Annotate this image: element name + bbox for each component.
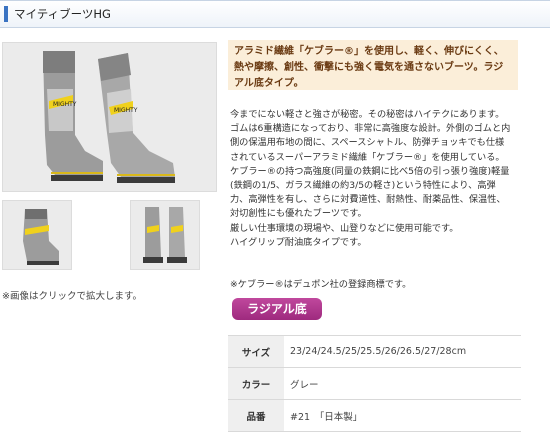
description-line: ハイグリップ耐油底タイプです。 [230, 236, 367, 248]
radial-sole-badge: ラジアル底 [232, 298, 322, 320]
description-line: ゴムは6重構造になっており、非常に高強度な設計。外側のゴムと内 [230, 123, 511, 135]
boots-pair-thumbnail-image [143, 207, 187, 263]
boots-illustration: MIGHTY MIGHTY [43, 51, 175, 183]
trademark-note: ※ケブラー®はデュポン社の登録商標です。 [230, 279, 412, 290]
spec-table: サイズ 23/24/24.5/25/25.5/26/26.5/27/28cm カ… [228, 335, 521, 432]
spec-row-size: サイズ 23/24/24.5/25/25.5/26/26.5/27/28cm [228, 335, 521, 368]
product-title-bar: マイティブーツHG [0, 0, 550, 28]
description-line: 厳しい仕事環境の現場や、山登りなどに使用可能です。 [230, 222, 459, 234]
description-line: 力、高弾性を有し、さらに対費道性、耐熱性、耐薬品性、保温性、 [230, 194, 506, 206]
spec-value: グレー [284, 367, 521, 400]
spec-value: 23/24/24.5/25/25.5/26/26.5/27/28cm [284, 335, 521, 368]
left-boot-label: MIGHTY [53, 101, 77, 108]
spec-key: 品番 [228, 399, 284, 432]
thumbnail-1[interactable] [2, 200, 72, 270]
description-line: 側の保温用布地の間に、スペースシャトル、防弾チョッキでも仕様 [230, 137, 505, 149]
product-title: マイティブーツHG [14, 7, 111, 21]
highlight-line: アラミド繊維「ケブラー®」を使用し、軽く、伸びにくく、 [234, 46, 504, 57]
spec-key: カラー [228, 367, 284, 400]
highlight-line: 熱や摩擦、創性、衝撃にも強く電気を通さないブーツ。ラジ [234, 62, 504, 73]
product-description: 今までにない軽さと強さが秘密。その秘密はハイテクにあります。 ゴムは6重構造にな… [230, 108, 530, 250]
spec-row-model: 品番 #21 「日本製」 [228, 399, 521, 432]
right-boot-label: MIGHTY [114, 107, 138, 114]
highlight-line: アル底タイプ。 [234, 78, 304, 89]
title-accent-bar [4, 6, 8, 22]
description-line: 今までにない軽さと強さが秘密。その秘密はハイテクにあります。 [230, 109, 505, 120]
main-product-image[interactable]: MIGHTY MIGHTY [2, 42, 217, 192]
boot-thumbnail-image [23, 209, 59, 265]
image-click-note: ※画像はクリックで拡大します。 [2, 291, 143, 302]
spec-row-color: カラー グレー [228, 367, 521, 400]
description-line: されているスーパーアラミド繊維「ケブラー®」を使用している。 [230, 151, 505, 163]
description-line: ケブラー®の持つ高強度(同量の鉄鋼に比べ5倍の引っ張り強度)軽量 [230, 165, 510, 177]
feature-highlight: アラミド繊維「ケブラー®」を使用し、軽く、伸びにくく、 熱や摩擦、創性、衝撃にも… [228, 40, 518, 90]
description-line: (鉄鋼の1/5、ガラス繊維の約3/5の軽さ)という特性により、高弾 [230, 180, 496, 192]
spec-key: サイズ [228, 335, 284, 368]
thumbnail-2[interactable] [130, 200, 200, 270]
spec-value: #21 「日本製」 [284, 399, 521, 432]
right-boot: MIGHTY [98, 53, 175, 183]
left-boot: MIGHTY [43, 51, 103, 181]
description-line: 対切創性にも優れたブーツです。 [230, 208, 367, 220]
